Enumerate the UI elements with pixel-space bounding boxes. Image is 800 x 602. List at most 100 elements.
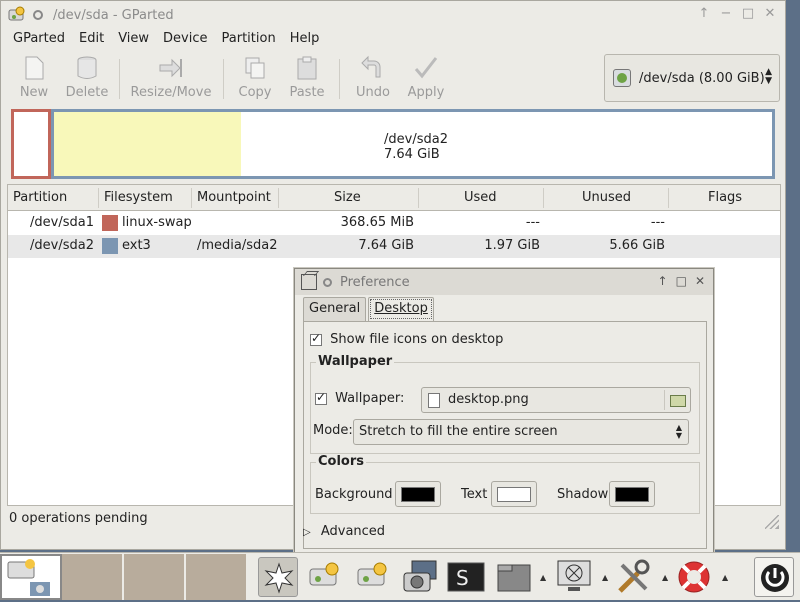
window-menu-icon[interactable] bbox=[323, 277, 332, 287]
menu-help[interactable]: Help bbox=[284, 29, 326, 51]
lifebuoy-icon bbox=[678, 561, 710, 593]
new-button[interactable]: New bbox=[15, 55, 53, 100]
workspace-3[interactable] bbox=[124, 554, 186, 600]
maximize-button[interactable]: □ bbox=[741, 6, 755, 21]
copy-icon bbox=[242, 55, 268, 81]
colors-group: Colors Background Text Shadow bbox=[310, 454, 700, 514]
menu-arrow-icon[interactable]: ▲ bbox=[722, 573, 728, 582]
terminal-icon: S bbox=[447, 562, 485, 592]
wallpaper-checkbox[interactable] bbox=[315, 390, 327, 405]
menu-view[interactable]: View bbox=[112, 29, 155, 51]
show-icons-row: Show file icons on desktop bbox=[310, 331, 504, 347]
tab-bar: General Desktop bbox=[303, 297, 436, 321]
screenshot-launcher[interactable] bbox=[400, 557, 440, 597]
display-launcher[interactable] bbox=[554, 557, 594, 597]
cell-used: 1.97 GiB bbox=[484, 238, 540, 253]
workspace-4[interactable] bbox=[186, 554, 248, 600]
folder-icon bbox=[497, 564, 531, 592]
close-button[interactable]: ✕ bbox=[695, 274, 705, 288]
cell-filesystem: linux-swap bbox=[122, 215, 192, 230]
cell-used: --- bbox=[525, 215, 540, 230]
cell-size: 7.64 GiB bbox=[358, 238, 414, 253]
partition-map-sda1[interactable] bbox=[11, 109, 51, 179]
menu-arrow-icon[interactable]: ▲ bbox=[602, 573, 608, 582]
menu-arrow-icon[interactable]: ▲ bbox=[662, 573, 668, 582]
title-bar[interactable]: /dev/sda - GParted ↑ − □ ✕ bbox=[1, 1, 785, 29]
menu-edit[interactable]: Edit bbox=[73, 29, 110, 51]
show-icons-label: Show file icons on desktop bbox=[330, 332, 504, 347]
tools-launcher[interactable] bbox=[614, 557, 654, 597]
col-partition[interactable]: Partition bbox=[13, 190, 67, 205]
apply-label: Apply bbox=[407, 85, 445, 100]
wallpaper-label: Wallpaper: bbox=[335, 391, 405, 406]
camera-icon bbox=[403, 560, 437, 592]
disk-launcher-2[interactable] bbox=[352, 557, 392, 597]
gparted-app-icon bbox=[7, 5, 27, 25]
window-menu-icon[interactable] bbox=[33, 10, 43, 20]
shadow-color-button[interactable] bbox=[609, 481, 655, 507]
dialog-title-bar[interactable]: Preference ↑ □ ✕ bbox=[295, 269, 713, 295]
new-label: New bbox=[19, 85, 49, 100]
menu-gparted[interactable]: GParted bbox=[7, 29, 71, 51]
undo-icon bbox=[360, 55, 386, 81]
star-gear-icon bbox=[264, 562, 294, 594]
chevron-updown-icon: ▲ ▼ bbox=[675, 423, 682, 440]
power-button[interactable] bbox=[754, 557, 794, 597]
menu-arrow-icon[interactable]: ▲ bbox=[540, 573, 546, 582]
menu-bar: GParted Edit View Device Partition Help bbox=[1, 29, 785, 51]
col-flags[interactable]: Flags bbox=[708, 190, 742, 205]
window-title: /dev/sda - GParted bbox=[53, 7, 174, 23]
status-text: 0 operations pending bbox=[9, 511, 148, 526]
table-row[interactable]: /dev/sda2 ext3 /media/sda2 7.64 GiB 1.97… bbox=[8, 235, 780, 258]
workspace-1[interactable] bbox=[0, 554, 62, 600]
disk-launcher[interactable] bbox=[304, 557, 344, 597]
wallpaper-file-chooser[interactable]: desktop.png bbox=[421, 387, 691, 413]
device-label: /dev/sda (8.00 GiB) bbox=[639, 70, 765, 86]
tab-general[interactable]: General bbox=[303, 297, 367, 321]
apply-button[interactable]: Apply bbox=[405, 55, 447, 100]
wallpaper-group: Wallpaper Wallpaper: desktop.png Mode: S… bbox=[310, 354, 700, 454]
undo-button[interactable]: Undo bbox=[353, 55, 393, 100]
col-size[interactable]: Size bbox=[334, 190, 361, 205]
col-filesystem[interactable]: Filesystem bbox=[104, 190, 173, 205]
mode-value: Stretch to fill the entire screen bbox=[359, 424, 558, 439]
file-manager-launcher[interactable] bbox=[494, 557, 534, 597]
col-mountpoint[interactable]: Mountpoint bbox=[197, 190, 271, 205]
paste-button[interactable]: Paste bbox=[287, 55, 327, 100]
delete-button[interactable]: Delete bbox=[63, 55, 111, 100]
background-color-button[interactable] bbox=[395, 481, 441, 507]
close-button[interactable]: ✕ bbox=[763, 6, 777, 21]
cell-size: 368.65 MiB bbox=[340, 215, 414, 230]
maximize-button[interactable]: □ bbox=[676, 274, 687, 288]
device-selector[interactable]: /dev/sda (8.00 GiB) ▲ ▼ bbox=[604, 54, 780, 102]
table-row[interactable]: /dev/sda1 linux-swap 368.65 MiB --- --- bbox=[8, 212, 780, 235]
taskbar: S ▲ ▲ ▲ ▲ bbox=[0, 552, 800, 600]
show-icons-checkbox[interactable] bbox=[310, 331, 322, 346]
toolbar-separator bbox=[119, 59, 120, 99]
cell-unused: 5.66 GiB bbox=[609, 238, 665, 253]
trash-icon bbox=[74, 55, 100, 81]
shade-button[interactable]: ↑ bbox=[697, 6, 711, 21]
menu-device[interactable]: Device bbox=[157, 29, 213, 51]
terminal-launcher[interactable]: S bbox=[446, 557, 486, 597]
settings-launcher[interactable] bbox=[258, 557, 298, 597]
menu-partition[interactable]: Partition bbox=[216, 29, 282, 51]
workspace-2[interactable] bbox=[62, 554, 124, 600]
resize-grip[interactable] bbox=[765, 515, 779, 529]
resize-move-button[interactable]: Resize/Move bbox=[129, 55, 213, 100]
mode-select[interactable]: Stretch to fill the entire screen ▲ ▼ bbox=[353, 419, 689, 445]
folder-icon[interactable] bbox=[664, 390, 688, 410]
text-color-button[interactable] bbox=[491, 481, 537, 507]
tab-desktop[interactable]: Desktop bbox=[368, 297, 434, 321]
advanced-expander[interactable]: ▷ Advanced bbox=[303, 524, 385, 539]
gparted-icon bbox=[357, 562, 387, 586]
help-launcher[interactable] bbox=[674, 557, 714, 597]
cell-filesystem: ext3 bbox=[122, 238, 151, 253]
minimize-button[interactable]: − bbox=[719, 6, 733, 21]
col-used[interactable]: Used bbox=[464, 190, 497, 205]
copy-button[interactable]: Copy bbox=[235, 55, 275, 100]
partition-map-sda2[interactable]: /dev/sda2 7.64 GiB bbox=[51, 109, 775, 179]
new-document-icon bbox=[21, 55, 47, 81]
shade-button[interactable]: ↑ bbox=[658, 274, 668, 288]
col-unused[interactable]: Unused bbox=[582, 190, 631, 205]
